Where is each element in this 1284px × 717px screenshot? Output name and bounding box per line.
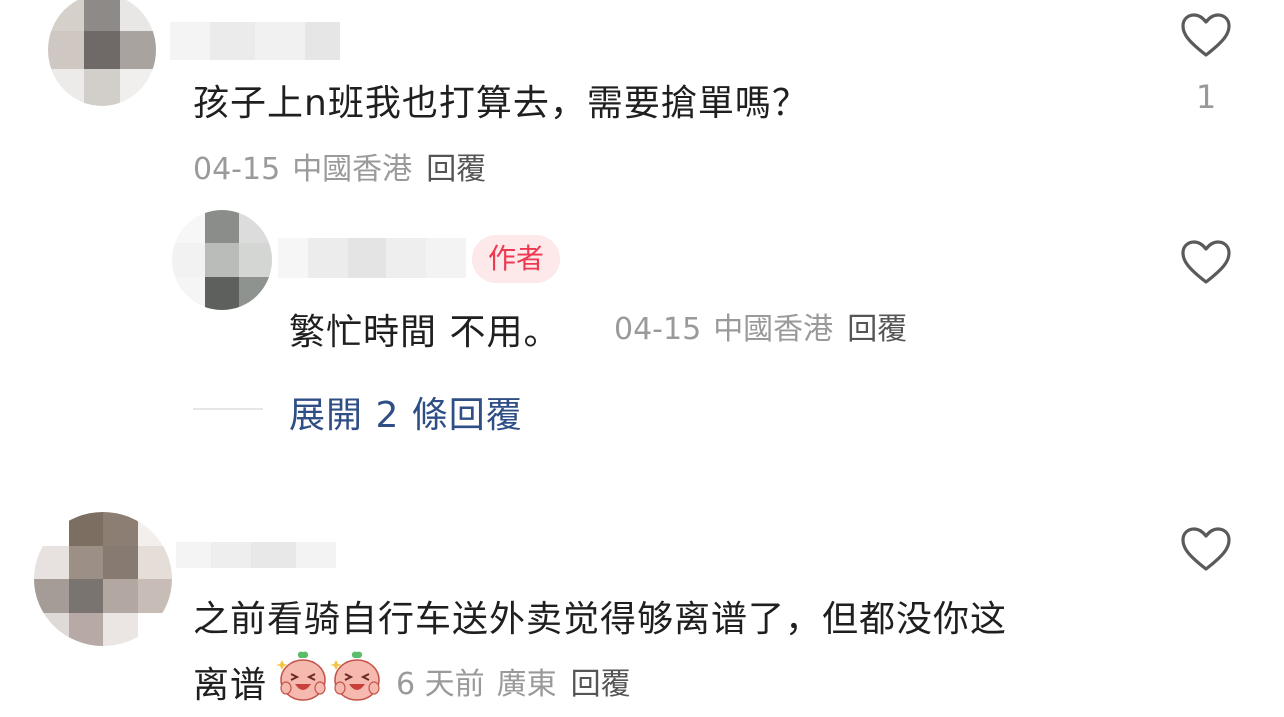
laughing-face-emoji (276, 651, 326, 701)
reply-text: 繁忙時間 不用。 (289, 312, 561, 353)
reply-meta: 04-15 中國香港 回覆 (614, 304, 907, 348)
author-badge: 作者 (472, 235, 561, 283)
heart-icon[interactable] (1180, 12, 1232, 58)
username[interactable] (176, 542, 336, 568)
comment-text: 之前看骑自行车送外卖觉得够离谱了，但都没你这 (193, 599, 1008, 640)
username[interactable] (278, 238, 466, 278)
laughing-face-emoji (330, 651, 380, 701)
like-count: 1 (1195, 78, 1217, 116)
comment-meta: 6 天前 廣東 回覆 (396, 659, 631, 703)
comment-date: 04-15 (193, 152, 281, 187)
comment-date: 6 天前 (396, 667, 485, 702)
avatar[interactable] (34, 512, 172, 646)
reply-location: 中國香港 (713, 312, 834, 347)
reply-button[interactable]: 回覆 (571, 667, 631, 702)
avatar[interactable] (48, 0, 156, 106)
comment-location: 中國香港 (292, 152, 413, 187)
reply-date: 04-15 (614, 312, 702, 347)
username[interactable] (170, 22, 340, 60)
expand-replies-button[interactable]: 展開 2 條回覆 (289, 386, 523, 438)
heart-icon[interactable] (1180, 239, 1232, 285)
avatar[interactable] (172, 210, 272, 310)
reply-button[interactable]: 回覆 (847, 312, 907, 347)
comment-text: 孩子上n班我也打算去，需要搶單嗎？ (193, 83, 809, 124)
reply-button[interactable]: 回覆 (426, 152, 486, 187)
comment-text-line2: 离谱 (193, 665, 268, 706)
comment-meta: 04-15 中國香港 回覆 (193, 144, 486, 188)
expand-divider (193, 408, 263, 410)
comment-location: 廣東 (496, 667, 557, 702)
heart-icon[interactable] (1180, 526, 1232, 572)
